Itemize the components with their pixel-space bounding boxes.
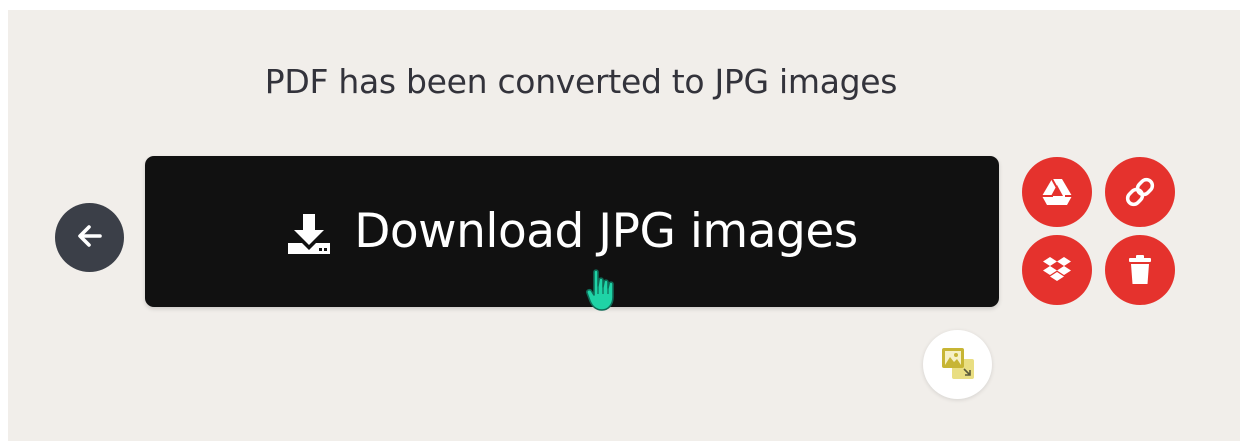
download-button-label: Download JPG images	[354, 204, 858, 259]
result-panel: PDF has been converted to JPG images Dow…	[8, 10, 1240, 441]
download-icon	[286, 210, 332, 256]
link-icon	[1123, 175, 1157, 209]
dropbox-icon	[1041, 255, 1073, 285]
google-drive-button[interactable]	[1022, 157, 1092, 227]
arrow-left-icon	[77, 224, 103, 252]
page-title: PDF has been converted to JPG images	[264, 62, 898, 101]
download-button[interactable]: Download JPG images	[145, 156, 999, 307]
back-button[interactable]	[55, 203, 124, 272]
hand-pointer-icon	[586, 268, 620, 318]
convert-again-button[interactable]	[923, 330, 992, 399]
copy-link-button[interactable]	[1105, 157, 1175, 227]
google-drive-icon	[1041, 178, 1073, 206]
delete-button[interactable]	[1105, 235, 1175, 305]
dropbox-button[interactable]	[1022, 235, 1092, 305]
image-convert-icon	[938, 343, 978, 387]
trash-icon	[1128, 255, 1152, 285]
